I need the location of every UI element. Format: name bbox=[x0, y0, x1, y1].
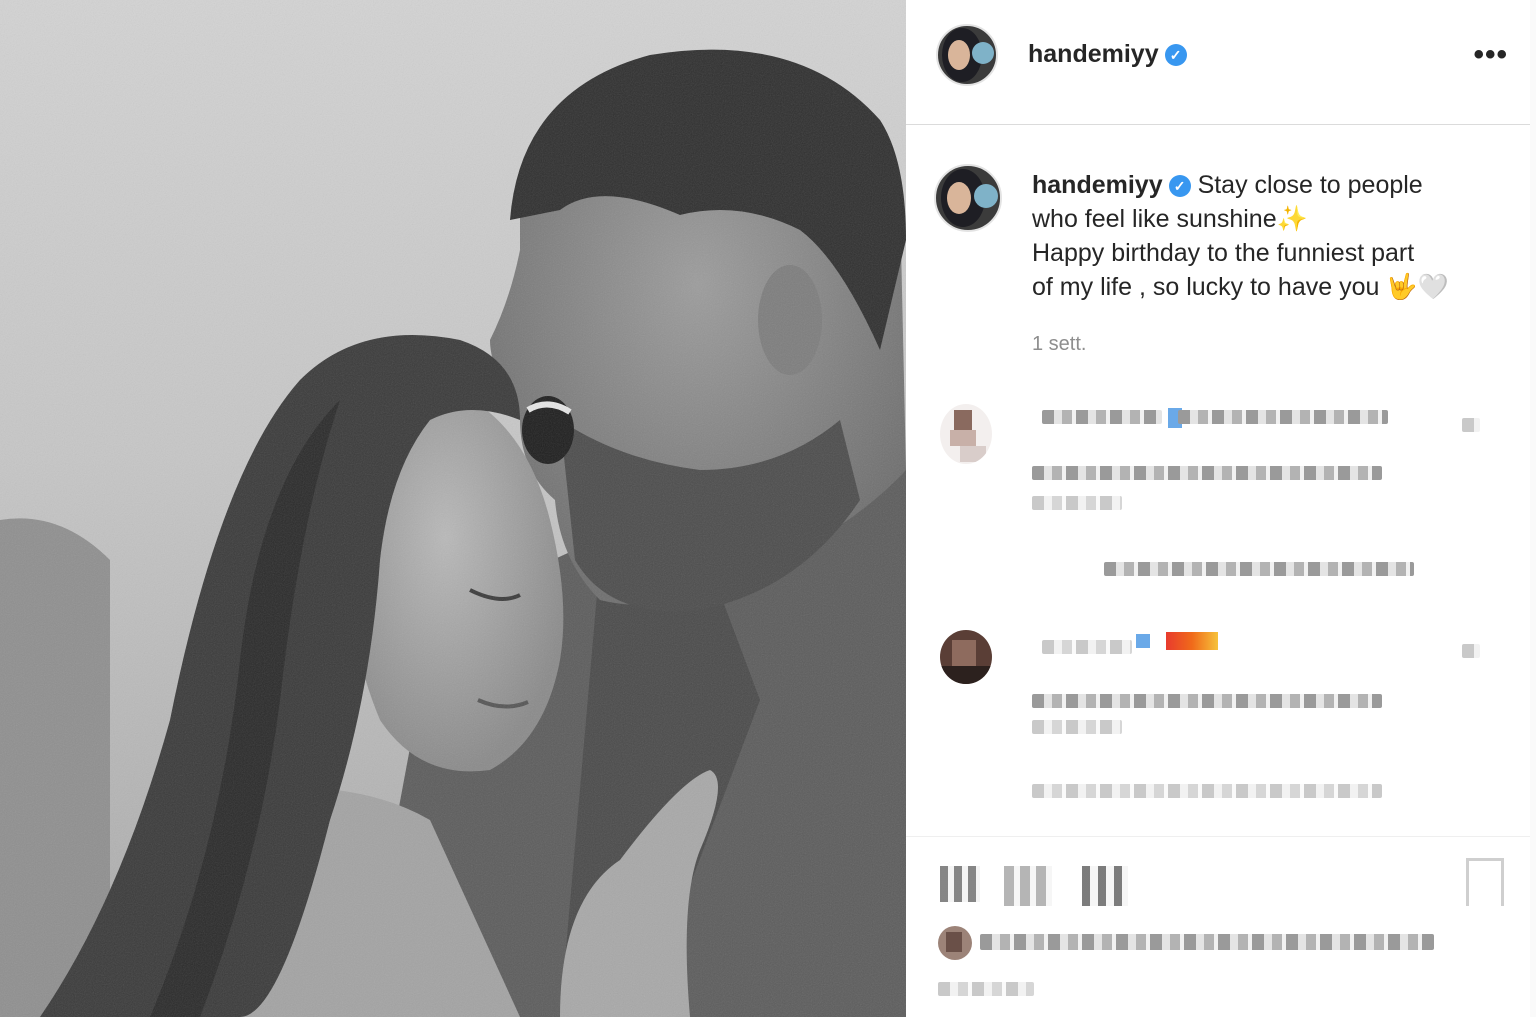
post-timestamp[interactable]: 1 sett. bbox=[1032, 333, 1086, 356]
comment-icon[interactable] bbox=[1004, 866, 1052, 906]
caption-line-3: Happy birthday to the funniest part bbox=[1032, 239, 1415, 267]
likes-date bbox=[938, 982, 1034, 996]
author-username-text[interactable]: handemiyy bbox=[1028, 40, 1159, 68]
share-icon[interactable] bbox=[1082, 866, 1128, 906]
post-header: handemiyy ✓ ••• bbox=[906, 0, 1530, 125]
blurred-comment-2-avatar[interactable] bbox=[940, 630, 992, 684]
author-username[interactable]: handemiyy ✓ bbox=[1028, 40, 1187, 69]
post-photo[interactable] bbox=[0, 0, 906, 1017]
likes-text bbox=[980, 934, 1434, 950]
blurred-comment-2-badge bbox=[1136, 634, 1150, 648]
actions-divider bbox=[906, 836, 1530, 837]
caption-emojis: 🤟🤍 bbox=[1386, 273, 1449, 301]
blurred-comment-1-username bbox=[1042, 410, 1162, 424]
caption-line-1: Stay close to people bbox=[1197, 171, 1423, 199]
blurred-comment-2-meta bbox=[1032, 784, 1382, 798]
caption-username[interactable]: handemiyy bbox=[1032, 171, 1163, 199]
blurred-comment-1-like bbox=[1462, 418, 1480, 432]
bookmark-icon[interactable] bbox=[1466, 858, 1504, 906]
blurred-comment-1-text-c bbox=[1032, 496, 1122, 510]
author-avatar[interactable] bbox=[936, 24, 998, 86]
blurred-comment-1-text-a bbox=[1178, 410, 1388, 424]
more-options-icon[interactable]: ••• bbox=[1473, 38, 1508, 72]
post-caption: handemiyy ✓ Stay close to people who feel… bbox=[1032, 168, 1502, 304]
verified-badge-icon: ✓ bbox=[1164, 44, 1187, 66]
caption-line-2: who feel like sunshine bbox=[1032, 205, 1277, 233]
blurred-comment-1-avatar[interactable] bbox=[940, 404, 992, 464]
blurred-comment-2-like bbox=[1462, 644, 1480, 658]
caption-author-avatar[interactable] bbox=[934, 164, 1002, 232]
liker-avatar[interactable] bbox=[938, 926, 972, 960]
heart-icon[interactable] bbox=[940, 866, 980, 902]
post-side-panel: handemiyy ✓ ••• handemiyy ✓ Stay close to … bbox=[906, 0, 1530, 1017]
blurred-comment-2-emoji bbox=[1166, 632, 1218, 650]
blurred-comment-2-text-b bbox=[1032, 720, 1122, 734]
blurred-comment-2-username bbox=[1042, 640, 1132, 654]
sparkle-emoji: ✨ bbox=[1276, 205, 1308, 233]
blurred-comment-2-text-a bbox=[1032, 694, 1382, 708]
blurred-comment-1-meta bbox=[1104, 562, 1414, 576]
caption-line-4: of my life , so lucky to have you bbox=[1032, 273, 1380, 301]
blurred-comment-1-text-b bbox=[1032, 466, 1382, 480]
post-photo-art bbox=[0, 0, 906, 1017]
caption-verified-badge-icon: ✓ bbox=[1168, 175, 1191, 197]
window-edge bbox=[1530, 0, 1536, 1017]
